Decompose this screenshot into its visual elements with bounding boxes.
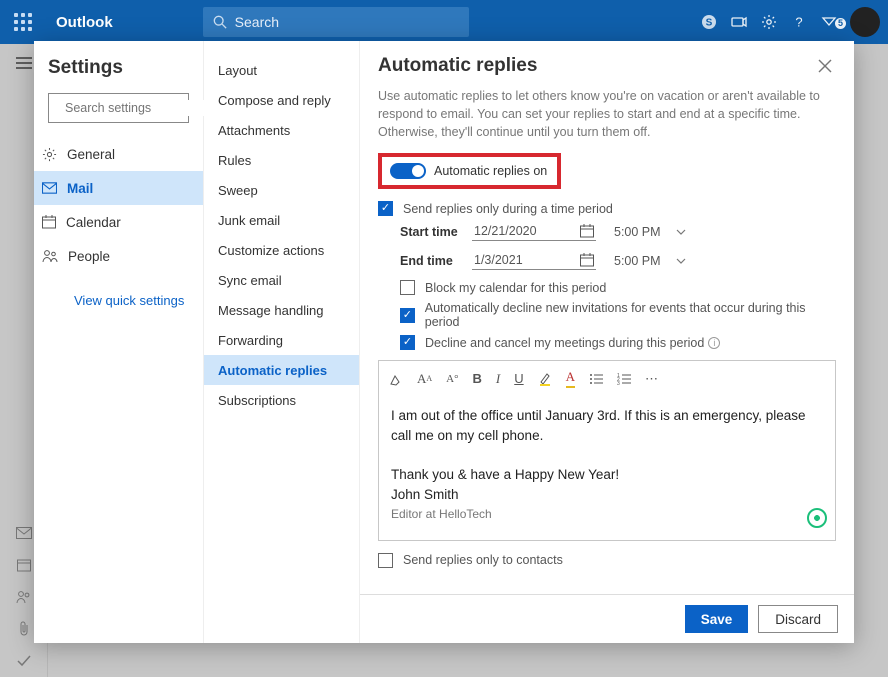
end-time-label: End time <box>400 254 472 268</box>
sub-rules[interactable]: Rules <box>204 145 359 175</box>
view-quick-settings-link[interactable]: View quick settings <box>48 293 189 308</box>
brand-label: Outlook <box>56 14 113 31</box>
italic-icon[interactable]: I <box>496 371 500 387</box>
notification-badge: 5 <box>835 18 846 29</box>
nav-mail[interactable]: Mail <box>34 171 203 205</box>
settings-title: Settings <box>48 57 189 79</box>
app-launcher-icon[interactable] <box>8 13 38 31</box>
settings-modal: Settings General Mail Calendar People <box>34 41 854 643</box>
start-date-input[interactable]: 12/21/2020 <box>472 222 596 241</box>
calendar-icon <box>580 253 594 267</box>
account-avatar[interactable] <box>850 7 880 37</box>
end-time-input[interactable]: 5:00 PM <box>614 254 686 268</box>
sub-message-handling[interactable]: Message handling <box>204 295 359 325</box>
reply-name: John Smith <box>391 485 823 505</box>
highlight-icon[interactable] <box>538 372 552 386</box>
teams-icon[interactable] <box>724 14 754 30</box>
settings-search[interactable] <box>48 93 189 123</box>
skype-icon[interactable]: S <box>694 14 724 30</box>
settings-icon[interactable] <box>754 14 784 30</box>
end-date-input[interactable]: 1/3/2021 <box>472 251 596 270</box>
reply-editor: AA A° B I U A 123 ⋯ I am out of the offi… <box>378 360 836 540</box>
cancel-meetings-checkbox[interactable] <box>400 335 415 350</box>
nav-general[interactable]: General <box>34 137 203 171</box>
grammarly-icon[interactable] <box>807 508 827 528</box>
font-decrease-icon[interactable]: A° <box>446 373 458 385</box>
calendar-icon <box>580 224 594 238</box>
decline-new-checkbox[interactable] <box>400 308 415 323</box>
mail-settings-list: Layout Compose and reply Attachments Rul… <box>204 41 360 643</box>
more-icon[interactable]: ⋯ <box>645 371 658 387</box>
only-contacts-checkbox[interactable] <box>378 553 393 568</box>
close-icon <box>818 59 832 73</box>
decline-new-label: Automatically decline new invitations fo… <box>425 301 836 329</box>
svg-text:3: 3 <box>617 381 620 385</box>
mail-icon <box>42 182 57 194</box>
bullet-list-icon[interactable] <box>589 373 603 385</box>
font-color-icon[interactable]: A <box>566 369 575 388</box>
discard-button[interactable]: Discard <box>758 605 838 633</box>
help-text: Use automatic replies to let others know… <box>378 87 836 141</box>
font-increase-icon[interactable]: AA <box>417 371 432 387</box>
svg-text:?: ? <box>795 15 802 30</box>
reply-line2: Thank you & have a Happy New Year! <box>391 465 823 485</box>
help-icon[interactable]: ? <box>784 14 814 30</box>
nav-people[interactable]: People <box>34 239 203 273</box>
sub-compose-and-reply[interactable]: Compose and reply <box>204 85 359 115</box>
auto-replies-toggle[interactable] <box>390 163 426 179</box>
time-period-label: Send replies only during a time period <box>403 202 613 216</box>
paint-icon[interactable] <box>389 372 403 386</box>
svg-text:S: S <box>706 18 713 29</box>
cancel-meetings-label: Decline and cancel my meetings during th… <box>425 336 704 350</box>
reply-signature: Editor at HelloTech <box>391 506 823 523</box>
sub-customize-actions[interactable]: Customize actions <box>204 235 359 265</box>
number-list-icon[interactable]: 123 <box>617 373 631 385</box>
info-icon[interactable]: i <box>708 337 720 349</box>
sub-subscriptions[interactable]: Subscriptions <box>204 385 359 415</box>
close-button[interactable] <box>814 55 836 77</box>
start-time-input[interactable]: 5:00 PM <box>614 225 686 239</box>
search-icon <box>213 15 227 29</box>
sub-forwarding[interactable]: Forwarding <box>204 325 359 355</box>
sub-sync-email[interactable]: Sync email <box>204 265 359 295</box>
global-search[interactable]: Search <box>203 7 469 37</box>
sub-layout[interactable]: Layout <box>204 55 359 85</box>
nav-calendar[interactable]: Calendar <box>34 205 203 239</box>
gear-icon <box>42 147 57 162</box>
underline-icon[interactable]: U <box>514 371 523 386</box>
sub-sweep[interactable]: Sweep <box>204 175 359 205</box>
sub-junk-email[interactable]: Junk email <box>204 205 359 235</box>
toggle-highlight-box: Automatic replies on <box>378 153 561 189</box>
outlook-topbar: Outlook Search S ? 5 <box>0 0 888 44</box>
block-calendar-checkbox[interactable] <box>400 280 415 295</box>
block-calendar-label: Block my calendar for this period <box>425 281 606 295</box>
editor-toolbar: AA A° B I U A 123 ⋯ <box>379 361 835 396</box>
global-search-placeholder: Search <box>235 14 279 30</box>
notifications-icon[interactable]: 5 <box>814 14 844 30</box>
calendar-icon <box>42 215 56 229</box>
only-contacts-label: Send replies only to contacts <box>403 553 563 567</box>
auto-replies-toggle-label: Automatic replies on <box>434 164 547 178</box>
start-time-label: Start time <box>400 225 472 239</box>
people-icon <box>42 249 58 263</box>
panel-title: Automatic replies <box>378 55 537 77</box>
chevron-down-icon <box>676 227 686 237</box>
save-button[interactable]: Save <box>685 605 749 633</box>
bold-icon[interactable]: B <box>473 371 482 386</box>
sub-automatic-replies[interactable]: Automatic replies <box>204 355 359 385</box>
editor-textarea[interactable]: I am out of the office until January 3rd… <box>379 396 835 533</box>
chevron-down-icon <box>676 256 686 266</box>
sub-attachments[interactable]: Attachments <box>204 115 359 145</box>
reply-line1: I am out of the office until January 3rd… <box>391 406 823 445</box>
time-period-checkbox[interactable] <box>378 201 393 216</box>
